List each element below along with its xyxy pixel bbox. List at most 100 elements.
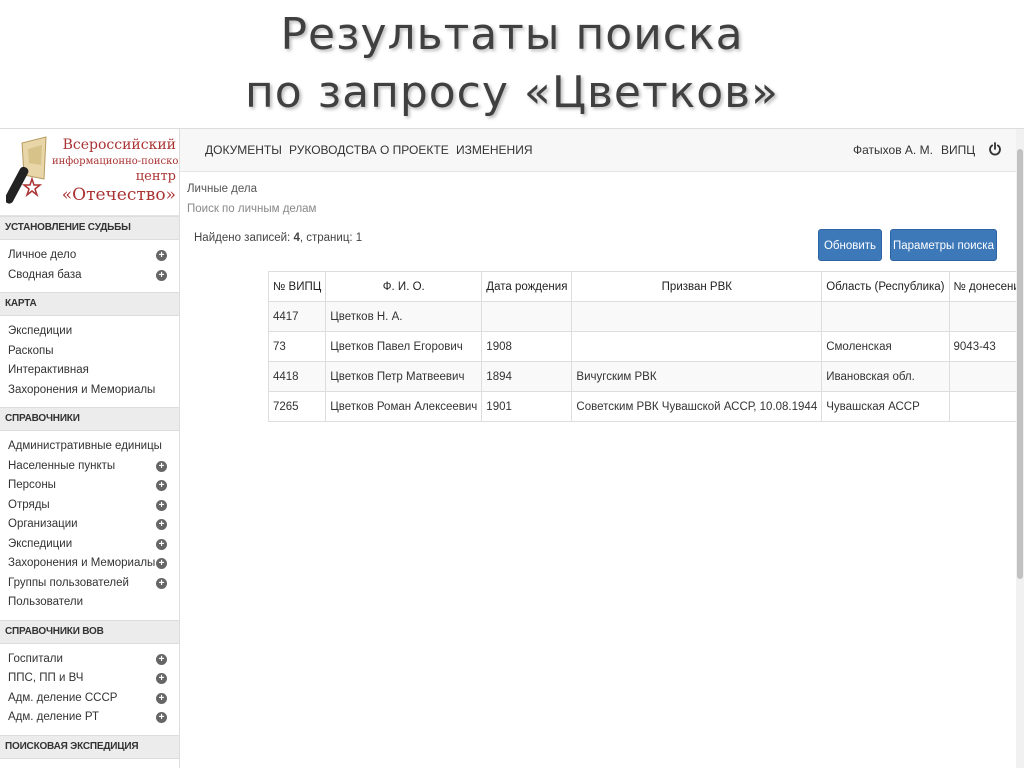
results-table: № ВИПЦ Ф. И. О. Дата рождения Призван РВ… — [268, 271, 1024, 422]
nav-changes[interactable]: ИЗМЕНЕНИЯ — [456, 129, 533, 171]
sidebar-section-header: СПРАВОЧНИКИ — [0, 407, 179, 431]
user-name-link[interactable]: Фатыхов А. М. — [853, 129, 933, 171]
sidebar-item[interactable]: Экспедиции — [0, 322, 179, 342]
table-row[interactable]: 4418Цветков Петр Матвеевич1894Вичугским … — [269, 362, 1024, 392]
table-cell — [572, 302, 822, 332]
sidebar-item-label: Захоронения и Мемориалы — [8, 557, 155, 569]
sidebar-item[interactable]: Раскопы — [0, 342, 179, 362]
table-row[interactable]: 4417Цветков Н. А. — [269, 302, 1024, 332]
sidebar-item-label: Госпитали — [8, 653, 63, 665]
sidebar-item-label: Захоронения и Мемориалы — [8, 384, 155, 396]
plus-circle-icon[interactable]: + — [156, 693, 167, 704]
table-row[interactable]: 7265Цветков Роман Алексеевич1901Советски… — [269, 392, 1024, 422]
column-header-birth-date[interactable]: Дата рождения — [482, 272, 572, 302]
logo-line-3: центр — [58, 169, 176, 184]
table-cell — [482, 302, 572, 332]
scrollbar[interactable] — [1016, 129, 1024, 768]
sidebar-item[interactable]: Экспедиции + — [0, 535, 179, 555]
column-header-vipc[interactable]: № ВИПЦ — [269, 272, 326, 302]
table-cell: 1901 — [482, 392, 572, 422]
sidebar-item[interactable]: Госпитали + — [0, 650, 179, 670]
sidebar-item[interactable]: Группы пользователей + — [0, 574, 179, 594]
sidebar-item[interactable]: Отряды + — [0, 496, 179, 516]
plus-circle-icon[interactable]: + — [156, 500, 167, 511]
table-cell — [822, 302, 949, 332]
plus-circle-icon[interactable]: + — [156, 673, 167, 684]
sidebar-section-header: ПОИСКОВАЯ ЭКСПЕДИЦИЯ — [0, 735, 179, 759]
plus-circle-icon[interactable]: + — [156, 519, 167, 530]
sidebar-section-header: КАРТА — [0, 292, 179, 316]
sidebar-section-list: Экспедиции Раскопы Интерактивная Захоронени… — [0, 316, 179, 407]
table-cell: 7265 — [269, 392, 326, 422]
sidebar-item[interactable]: Личное дело+ — [0, 246, 179, 266]
sidebar-item[interactable]: Сводная база+ — [0, 266, 179, 286]
sidebar-item-label: Административные единицы — [8, 440, 162, 452]
slide-title-line-1: Результаты поиска — [0, 6, 1024, 64]
slide-title-line-2: по запросу «Цветков» — [0, 64, 1024, 122]
plus-circle-icon[interactable]: + — [156, 461, 167, 472]
sidebar-item[interactable]: Захоронения и Мемориалы+ — [0, 554, 179, 574]
plus-circle-icon[interactable]: + — [156, 539, 167, 550]
sidebar-item[interactable]: Персоны+ — [0, 476, 179, 496]
sidebar-item[interactable]: Организации+ — [0, 515, 179, 535]
plus-circle-icon[interactable]: + — [156, 250, 167, 261]
sidebar-item[interactable]: ППС, ПП и ВЧ + — [0, 669, 179, 689]
table-cell: 4418 — [269, 362, 326, 392]
sidebar-item-label: ППС, ПП и ВЧ — [8, 672, 83, 684]
table-cell: Цветков Петр Матвеевич — [326, 362, 482, 392]
column-header-region[interactable]: Область (Республика) — [822, 272, 949, 302]
sidebar-menu: УСТАНОВЛЕНИЕ СУДЬБЫЛичное дело+Сводная б… — [0, 216, 179, 759]
table-cell: Смоленская — [822, 332, 949, 362]
nav-guides[interactable]: РУКОВОДСТВА — [289, 129, 377, 171]
sidebar-item[interactable]: Пользователи — [0, 593, 179, 613]
column-header-fio[interactable]: Ф. И. О. — [326, 272, 482, 302]
page-subtitle: Поиск по личным делам — [187, 203, 316, 215]
plus-circle-icon[interactable]: + — [156, 654, 167, 665]
sidebar-item-label: Пользователи — [8, 596, 83, 608]
table-cell: 9043-43 — [949, 332, 1024, 362]
column-header-report-number[interactable]: № донесения — [949, 272, 1024, 302]
sidebar-item-label: Отряды — [8, 499, 50, 511]
refresh-button[interactable]: Обновить — [818, 229, 882, 261]
table-cell: Цветков Н. А. — [326, 302, 482, 332]
table-cell — [949, 392, 1024, 422]
sidebar-item[interactable]: Населенные пункты + — [0, 457, 179, 477]
plus-circle-icon[interactable]: + — [156, 712, 167, 723]
sidebar-item-label: Раскопы — [8, 345, 53, 357]
sidebar-item[interactable]: Адм. деление РТ+ — [0, 708, 179, 728]
breadcrumb[interactable]: Личные дела — [187, 183, 257, 195]
table-cell: Ивановская обл. — [822, 362, 949, 392]
sidebar-section-list: Административные единицы Населенные пункт… — [0, 431, 179, 620]
nav-about[interactable]: О ПРОЕКТЕ — [380, 129, 449, 171]
nav-documents[interactable]: ДОКУМЕНТЫ — [205, 129, 282, 171]
scrollbar-thumb[interactable] — [1017, 149, 1023, 579]
column-header-rvk[interactable]: Призван РВК — [572, 272, 822, 302]
table-cell — [572, 332, 822, 362]
sidebar-item-label: Адм. деление СССР — [8, 692, 117, 704]
power-icon[interactable] — [988, 142, 1002, 156]
org-link[interactable]: ВИПЦ — [941, 129, 975, 171]
app-screenshot: Всероссийский информационно-поисковый це… — [0, 128, 1024, 768]
sidebar-item-label: Экспедиции — [8, 538, 72, 550]
plus-circle-icon[interactable]: + — [156, 480, 167, 491]
top-navigation: ДОКУМЕНТЫ РУКОВОДСТВА О ПРОЕКТЕ ИЗМЕНЕНИ… — [180, 129, 1016, 172]
sidebar-item[interactable]: Захоронения и Мемориалы — [0, 381, 179, 401]
sidebar-item-label: Экспедиции — [8, 325, 72, 337]
sidebar-item[interactable]: Интерактивная — [0, 361, 179, 381]
sidebar-item-label: Населенные пункты — [8, 460, 115, 472]
table-cell: 73 — [269, 332, 326, 362]
table-cell: 4417 — [269, 302, 326, 332]
plus-circle-icon[interactable]: + — [156, 270, 167, 281]
logo-line-4: «Отечество» — [58, 185, 176, 205]
table-cell: Чувашская АССР — [822, 392, 949, 422]
results-count-prefix: Найдено записей: — [194, 232, 293, 244]
sidebar-item[interactable]: Административные единицы — [0, 437, 179, 457]
sidebar-item-label: Группы пользователей — [8, 577, 129, 589]
sidebar-item[interactable]: Адм. деление СССР + — [0, 689, 179, 709]
table-cell — [949, 302, 1024, 332]
logo[interactable]: Всероссийский информационно-поисковый це… — [0, 129, 179, 216]
plus-circle-icon[interactable]: + — [156, 578, 167, 589]
search-params-button[interactable]: Параметры поиска — [890, 229, 997, 261]
plus-circle-icon[interactable]: + — [156, 558, 167, 569]
table-row[interactable]: 73Цветков Павел Егорович1908Смоленская90… — [269, 332, 1024, 362]
